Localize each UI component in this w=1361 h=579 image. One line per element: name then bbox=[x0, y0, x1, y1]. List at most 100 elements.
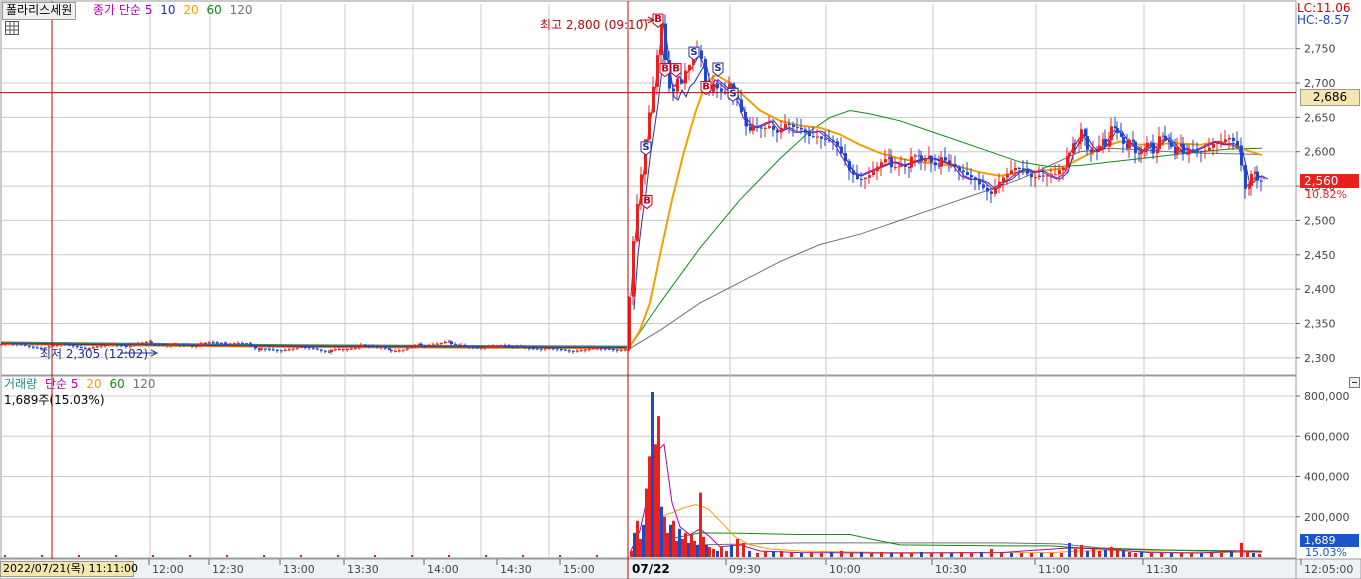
volume-bar bbox=[840, 550, 843, 557]
volume-bar bbox=[1160, 552, 1163, 557]
volume-bar bbox=[1116, 548, 1119, 557]
volume-bar bbox=[772, 551, 775, 557]
candle-down bbox=[1074, 143, 1077, 145]
time-tick-label: 10:30 bbox=[935, 563, 967, 576]
volume-bar bbox=[1086, 550, 1089, 557]
candle-down bbox=[1240, 145, 1243, 166]
volume-bar bbox=[1104, 549, 1107, 557]
volume-bar bbox=[660, 506, 663, 557]
candle-up bbox=[354, 347, 357, 349]
panel-collapse-icon[interactable] bbox=[1349, 377, 1360, 388]
sell-signal-marker: S bbox=[640, 141, 652, 156]
candle-down bbox=[1018, 167, 1021, 169]
candle-up bbox=[1212, 143, 1215, 148]
candle-up bbox=[1228, 137, 1231, 140]
volume-bar bbox=[559, 555, 561, 557]
candle-up bbox=[492, 345, 495, 347]
signal-marker-label: S bbox=[729, 88, 736, 99]
candle-up bbox=[768, 126, 771, 128]
volume-bar bbox=[596, 555, 598, 557]
candle-up bbox=[1034, 177, 1037, 179]
candle-down bbox=[1104, 139, 1107, 147]
signal-marker-label: B bbox=[643, 196, 651, 207]
volume-bar bbox=[666, 532, 669, 557]
volume-bar bbox=[636, 520, 639, 557]
time-tick-label: 10:00 bbox=[829, 563, 861, 576]
volume-bar bbox=[226, 555, 228, 557]
volume-layer bbox=[4, 391, 1261, 557]
volume-bar bbox=[651, 391, 654, 557]
candle-down bbox=[772, 126, 775, 130]
candle-up bbox=[4, 343, 7, 345]
candle-up bbox=[260, 348, 263, 351]
candle-down bbox=[1042, 175, 1045, 177]
volume-bar bbox=[1050, 552, 1053, 557]
volume-legend: 거래량 단순 5 20 60 120 bbox=[4, 377, 155, 391]
stock-name-box[interactable]: 폴라리스세원 bbox=[2, 2, 77, 20]
candle-down bbox=[312, 347, 315, 349]
candle-down bbox=[716, 83, 719, 89]
candle-down bbox=[552, 348, 555, 350]
candle-up bbox=[544, 348, 547, 350]
candle-down bbox=[840, 146, 843, 154]
candle-up bbox=[1010, 170, 1013, 175]
volume-bar bbox=[940, 552, 943, 557]
candle-up bbox=[141, 342, 144, 344]
volume-bar bbox=[672, 520, 675, 557]
candle-down bbox=[760, 127, 763, 129]
ma10-line bbox=[633, 34, 1269, 310]
candle-up bbox=[584, 349, 587, 351]
candle-up bbox=[1002, 177, 1005, 182]
candle-down bbox=[245, 343, 248, 345]
candle-up bbox=[950, 164, 953, 166]
volume-bar bbox=[1068, 542, 1071, 557]
candle-down bbox=[804, 129, 807, 133]
chart-canvas[interactable]: BBBBBSSSS 2,7502,7002,6502,6002,5502,500… bbox=[0, 0, 1361, 579]
candle-up bbox=[1250, 173, 1253, 187]
volume-bar bbox=[1240, 542, 1243, 557]
candle-up bbox=[872, 171, 875, 176]
candle-up bbox=[428, 345, 431, 347]
candle-up bbox=[436, 343, 439, 345]
candle-down bbox=[974, 177, 977, 181]
candle-down bbox=[740, 99, 743, 112]
candle-down bbox=[1260, 180, 1263, 182]
time-tick-label: 09:30 bbox=[729, 563, 761, 576]
volume-bar bbox=[633, 532, 636, 557]
candle-down bbox=[934, 162, 937, 166]
time-tick-label: 14:00 bbox=[427, 563, 459, 576]
axis-layer: 2,7502,7002,6502,6002,5502,5002,4502,400… bbox=[148, 43, 1353, 576]
candle-down bbox=[268, 348, 271, 350]
time-tick-label: 12:05:00 bbox=[1304, 563, 1353, 576]
volume-bar bbox=[654, 444, 657, 557]
candle-up bbox=[296, 347, 299, 349]
candle-up bbox=[496, 345, 499, 347]
volume-bar bbox=[900, 552, 903, 557]
time-tick-label: 11:00 bbox=[1038, 563, 1070, 576]
candle-down bbox=[536, 348, 539, 350]
candle-up bbox=[1128, 139, 1131, 149]
legend-ma5: 5 bbox=[144, 3, 153, 17]
candle-up bbox=[580, 350, 583, 352]
candle-up bbox=[914, 155, 917, 157]
legend-volume-ma120: 120 bbox=[132, 377, 156, 391]
grid-layer bbox=[0, 0, 1361, 579]
volume-bar bbox=[1134, 552, 1137, 557]
candle-down bbox=[191, 345, 194, 347]
candle-down bbox=[792, 124, 795, 128]
candle-down bbox=[420, 343, 423, 346]
volume-bar bbox=[1128, 551, 1131, 557]
candle-up bbox=[8, 343, 11, 345]
volume-bar bbox=[1110, 546, 1113, 557]
time-tick-label: 12:00 bbox=[152, 563, 184, 576]
candle-down bbox=[844, 153, 847, 162]
candle-down bbox=[680, 79, 683, 84]
candle-down bbox=[183, 344, 186, 346]
volume-bar bbox=[1000, 552, 1003, 557]
volume-bar bbox=[1180, 552, 1183, 557]
candle-down bbox=[1182, 143, 1185, 154]
price-tick-label: 2,500 bbox=[1304, 214, 1336, 227]
volume-bar bbox=[639, 538, 642, 557]
table-grid-icon[interactable] bbox=[5, 21, 19, 35]
legend-close-simple: 종가 단순 bbox=[93, 3, 141, 17]
